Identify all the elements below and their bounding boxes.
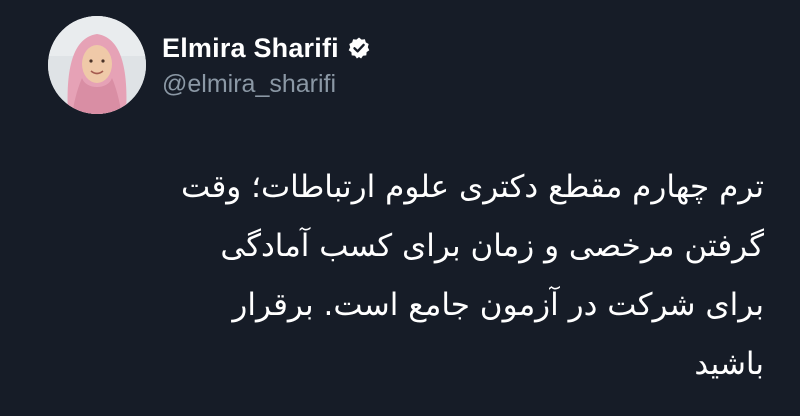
author-handle[interactable]: @elmira_sharifi [162,70,371,99]
verified-badge-icon [347,36,371,60]
avatar[interactable] [48,15,146,114]
tweet-text: ترم چهارم مقطع دکتری علوم ارتباطات؛ وقت … [44,158,764,394]
tweet-header: Elmira Sharifi @elmira_sharifi [48,12,371,117]
tweet-text-line: برای شرکت در آزمون جامع است. برقرار [232,287,764,323]
avatar-image [48,15,146,114]
name-row: Elmira Sharifi [162,30,371,66]
tweet-text-line: ترم چهارم مقطع دکتری علوم ارتباطات؛ وقت [181,169,764,205]
tweet-card: Elmira Sharifi @elmira_sharifi ترم چهارم… [0,0,800,416]
tweet-text-line: باشید [694,346,764,382]
tweet-text-line: گرفتن مرخصی و زمان برای کسب آمادگی [220,228,764,264]
author-display-name[interactable]: Elmira Sharifi [162,33,339,64]
author-identity: Elmira Sharifi @elmira_sharifi [162,30,371,99]
